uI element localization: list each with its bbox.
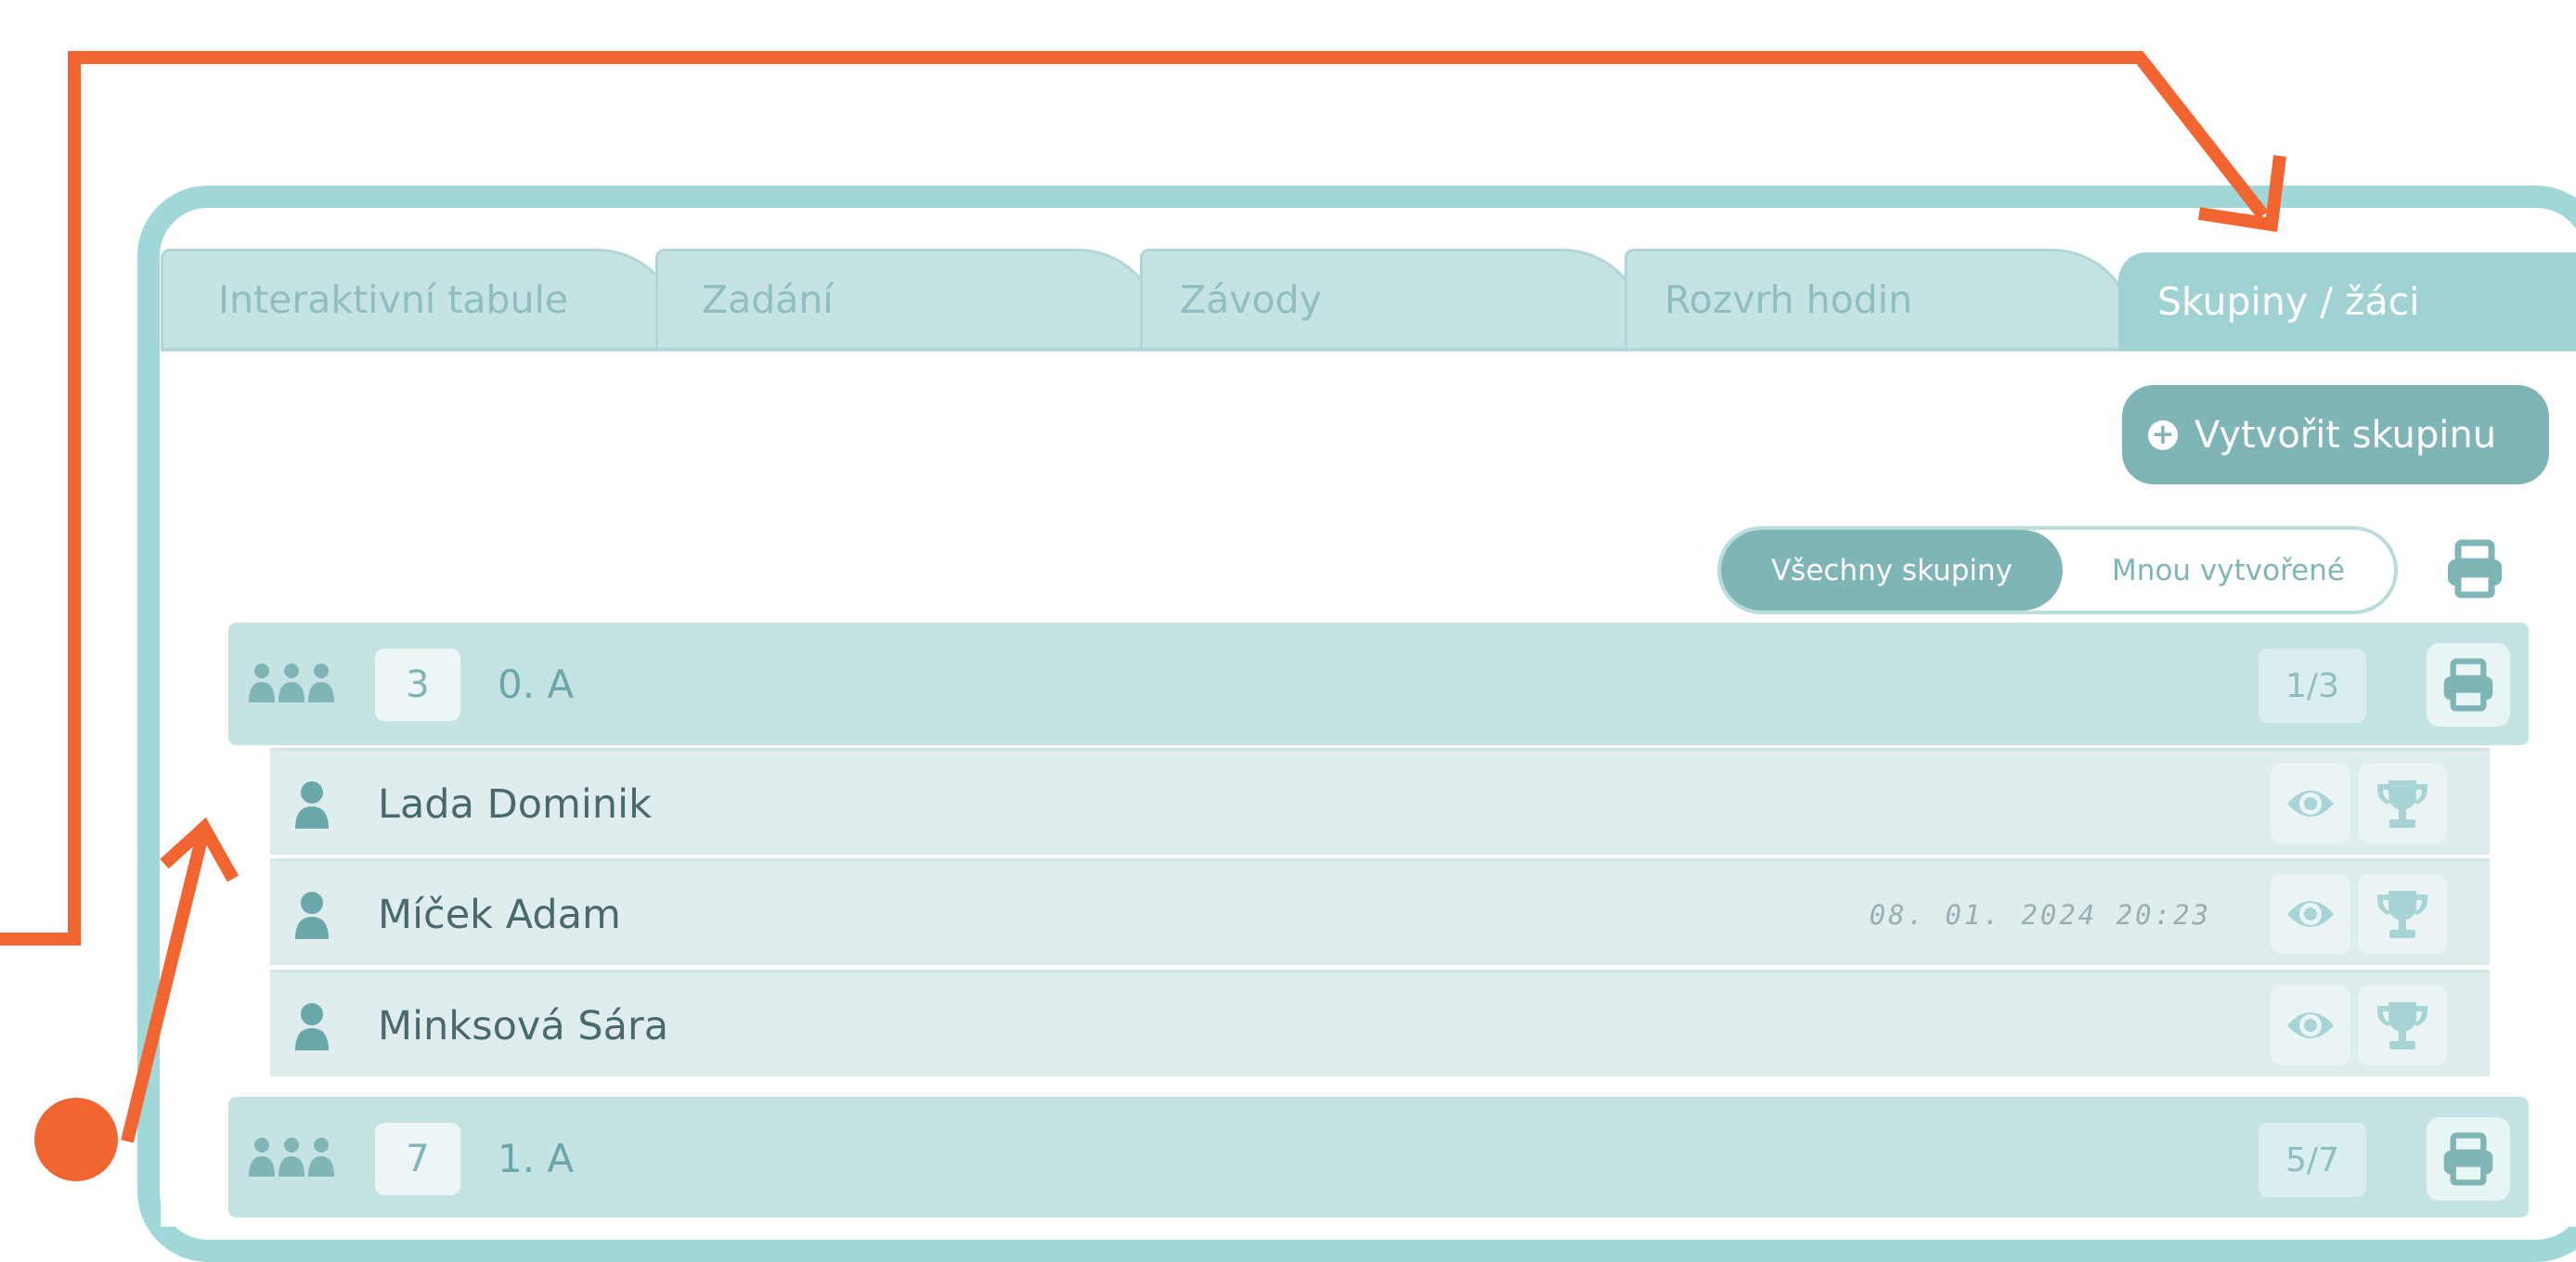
tab-interactive-board[interactable]: Interaktivní tabule: [161, 249, 680, 351]
view-student-button[interactable]: [2271, 985, 2350, 1065]
student-name: Lada Dominik: [378, 780, 652, 828]
tab-label: Interaktivní tabule: [218, 277, 569, 322]
eye-icon: [2287, 791, 2334, 817]
student-name: Míček Adam: [378, 891, 621, 938]
tab-timetable[interactable]: Rozvrh hodin: [1625, 249, 2135, 351]
group-print-button[interactable]: [2427, 643, 2510, 727]
person-icon: [295, 892, 329, 939]
student-row[interactable]: Minksová Sára: [270, 970, 2490, 1076]
view-student-button[interactable]: [2271, 764, 2350, 843]
person-icon: [295, 1003, 329, 1050]
group-people-icon: [249, 663, 334, 702]
annotation-dot: [34, 1098, 118, 1181]
group-completion-ratio: 5/7: [2259, 1123, 2366, 1197]
tab-groups-students[interactable]: Skupiny / žáci: [2118, 252, 2576, 351]
group-member-count: 3: [375, 649, 460, 721]
tab-assignments[interactable]: Zadání: [655, 249, 1161, 351]
tab-label: Zadání: [702, 277, 834, 322]
student-results-button[interactable]: [2358, 985, 2447, 1065]
student-results-button[interactable]: [2358, 874, 2447, 954]
create-group-label: Vytvořit skupinu: [2194, 413, 2497, 457]
group-name: 1. A: [498, 1135, 575, 1181]
student-row[interactable]: Lada Dominik: [270, 748, 2490, 855]
eye-icon: [2287, 1012, 2334, 1038]
group-people-icon: [249, 1138, 334, 1177]
group-name: 0. A: [498, 661, 575, 707]
person-icon: [295, 781, 329, 829]
trophy-icon: [2377, 891, 2427, 938]
student-row[interactable]: Míček Adam 08. 01. 2024 20:23: [270, 858, 2490, 965]
view-student-button[interactable]: [2271, 874, 2350, 954]
eye-icon: [2287, 901, 2334, 927]
printer-icon: [2443, 1132, 2493, 1186]
tab-label: Rozvrh hodin: [1664, 277, 1913, 322]
tab-label: Závody: [1180, 277, 1322, 322]
create-group-button[interactable]: + Vytvořit skupinu: [2122, 385, 2549, 484]
group-completion-ratio: 1/3: [2259, 649, 2366, 723]
student-name: Minksová Sára: [378, 1002, 669, 1050]
student-results-button[interactable]: [2358, 764, 2447, 843]
printer-icon: [2448, 539, 2502, 599]
plus-circle-icon: +: [2148, 419, 2178, 450]
trophy-icon: [2377, 780, 2427, 828]
group-member-count: 7: [375, 1123, 460, 1195]
group-filter-toggle: Všechny skupiny Mnou vytvořené: [1717, 526, 2398, 614]
group-print-button[interactable]: [2427, 1117, 2510, 1201]
student-last-activity: 08. 01. 2024 20:23: [1869, 898, 2211, 931]
filter-created-by-me[interactable]: Mnou vytvořené: [2063, 530, 2394, 611]
trophy-icon: [2377, 1002, 2427, 1050]
filter-all-groups[interactable]: Všechny skupiny: [1721, 530, 2063, 611]
group-row[interactable]: 3 0. A 1/3: [228, 623, 2529, 745]
tab-label: Skupiny / žáci: [2157, 279, 2420, 324]
print-all-button[interactable]: [2430, 524, 2519, 613]
tab-races[interactable]: Závody: [1140, 249, 1646, 351]
group-row[interactable]: 7 1. A 5/7: [228, 1097, 2529, 1217]
printer-icon: [2443, 658, 2493, 712]
